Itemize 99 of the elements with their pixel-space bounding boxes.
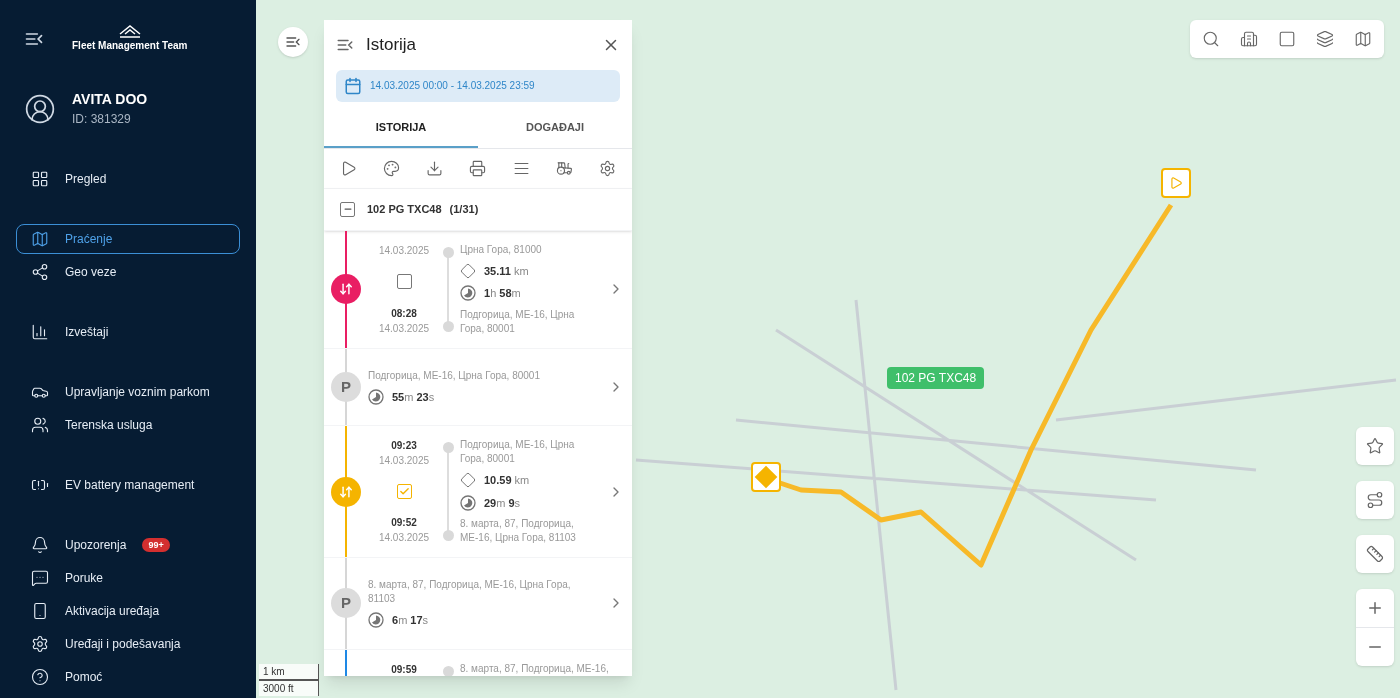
- device-icon: [31, 602, 49, 620]
- count-badge: 99+: [142, 538, 170, 552]
- nav-item[interactable]: EV battery management: [16, 470, 240, 500]
- address-text: Црна Гора, 81000: [460, 242, 543, 257]
- address-text: 8. марта, 87, Подгорица, МЕ-16, Црна Гора, 81103: [368, 578, 572, 606]
- timer-icon: [368, 388, 384, 405]
- trip-row[interactable]: 09:59 8. марта, 87, Подгорица, МЕ-16,: [324, 649, 632, 676]
- distance-text: 10.59 km: [484, 473, 530, 488]
- trip-row[interactable]: 14.03.2025 08:28 14.03.2025 Црна Гора, 81000 35.11 km 1h 58m Подгорица, МЕ-16, Црна Гора, 80001: [324, 230, 632, 349]
- scale-bar: 3000 ft: [259, 680, 319, 696]
- bar-chart-icon: [31, 323, 49, 341]
- duration-text: 55m 23s: [392, 389, 435, 405]
- nav-item[interactable]: Poruke: [16, 563, 240, 593]
- help-icon: [31, 668, 49, 686]
- menu-collapse-icon[interactable]: [285, 34, 301, 50]
- printer-icon[interactable]: [469, 159, 487, 177]
- parking-badge: P: [331, 371, 361, 402]
- nav-item[interactable]: Izveštaji: [16, 317, 240, 347]
- start-time: 09:59: [391, 662, 417, 676]
- arrows-icon: [339, 484, 353, 499]
- trip-row[interactable]: 09:23 14.03.2025 09:52 14.03.2025 Подгорица, МЕ-16, Црна Гора, 80001 10.59 km 29m 9s 8. марта, 87, Подгорица, МЕ-16, Црна Гора, 81103: [324, 426, 632, 558]
- start-date: 14.03.2025: [378, 243, 430, 258]
- tractor-icon[interactable]: [555, 159, 573, 177]
- brand-name: Fleet Management Team: [72, 39, 188, 53]
- map-tool-button[interactable]: [1356, 481, 1394, 519]
- map-tool-button[interactable]: [1356, 427, 1394, 465]
- timer-icon: [460, 494, 476, 511]
- play-icon: [1169, 176, 1183, 190]
- nav-item[interactable]: Praćenje: [16, 224, 240, 254]
- nav-item[interactable]: Terenska usluga: [16, 410, 240, 440]
- settings-icon[interactable]: [598, 159, 616, 177]
- panel-toggle-button[interactable]: [278, 27, 308, 57]
- timer-icon: [460, 285, 476, 302]
- address-text: 8. марта, 87, Подгорица, МЕ-16, Црна Гора, 81103: [460, 517, 577, 545]
- parking-row[interactable]: P 8. марта, 87, Подгорица, МЕ-16, Црна Гора, 81103 6m 17s: [324, 558, 632, 650]
- panel-title: Istorija: [366, 34, 418, 56]
- duration-text: 6m 17s: [392, 613, 429, 628]
- map-icon: [31, 230, 49, 248]
- building-icon[interactable]: [1240, 30, 1258, 48]
- duration-text: 1h 58m: [484, 286, 521, 301]
- scale-bar: 1 km: [259, 664, 319, 680]
- nav-item[interactable]: Aktivacija uređaja: [16, 596, 240, 626]
- tab[interactable]: DOGAĐAJI: [478, 109, 632, 148]
- address-text: Подгорица, МЕ-16, Црна Гора, 80001: [460, 307, 576, 336]
- square-icon[interactable]: [1278, 30, 1296, 48]
- collapse-toggle[interactable]: [340, 201, 355, 217]
- logo-icon: [117, 24, 142, 38]
- distance-text: 35.11 km: [484, 263, 529, 279]
- settings-icon: [31, 635, 49, 653]
- tab[interactable]: ISTORIJA: [324, 109, 478, 148]
- zoom-in-icon[interactable]: [1366, 599, 1384, 617]
- nav-item[interactable]: Pomoć: [16, 662, 240, 692]
- start-marker[interactable]: [751, 462, 781, 492]
- route-icon: [1366, 491, 1384, 509]
- diamond-sign-icon: [460, 262, 476, 279]
- vehicle-count: (1/31): [449, 201, 479, 217]
- arrows-icon: [339, 282, 353, 296]
- start-time: 09:23: [391, 439, 417, 453]
- chat-bubble-icon: [31, 569, 49, 587]
- parking-row[interactable]: P Подгорица, МЕ-16, Црна Гора, 80001 55m 23s: [324, 348, 632, 426]
- nav-item[interactable]: Pregled: [16, 164, 240, 194]
- checkbox[interactable]: [396, 484, 412, 499]
- start-date: 14.03.2025: [378, 454, 430, 468]
- bell-icon: [31, 536, 49, 554]
- layers-icon[interactable]: [1316, 30, 1334, 48]
- map-icon[interactable]: [1354, 30, 1372, 48]
- end-date: 14.03.2025: [378, 321, 430, 336]
- palette-icon[interactable]: [383, 159, 401, 177]
- calendar-icon: [344, 76, 362, 95]
- star-icon: [1366, 437, 1384, 455]
- account-name: AVITA DOO: [72, 90, 148, 109]
- address-text: Подгорица, МЕ-16, Црна Гора, 80001: [460, 438, 576, 466]
- people-icon: [31, 416, 49, 434]
- map-tool-button[interactable]: [1356, 535, 1394, 573]
- share-nodes-icon: [31, 263, 49, 281]
- dashboard-grid-icon: [31, 170, 49, 188]
- nav-item[interactable]: Uređaji i podešavanja: [16, 629, 240, 659]
- end-date: 14.03.2025: [378, 531, 430, 545]
- check-icon: [398, 486, 410, 497]
- nav-item[interactable]: Geo veze: [16, 257, 240, 287]
- play-icon[interactable]: [340, 159, 357, 177]
- ruler-icon: [1366, 545, 1384, 563]
- parking-badge: P: [331, 588, 361, 619]
- diamond-sign-icon: [460, 472, 476, 489]
- address-text: 8. марта, 87, Подгорица, МЕ-16,: [460, 661, 610, 676]
- nav-item[interactable]: Upozorenja 99+: [16, 530, 240, 560]
- end-time: 08:28: [391, 306, 417, 321]
- end-marker[interactable]: [1161, 168, 1191, 198]
- duration-text: 29m 9s: [484, 495, 521, 511]
- checkbox[interactable]: [396, 274, 412, 289]
- timer-icon: [368, 612, 384, 629]
- download-icon[interactable]: [426, 159, 444, 177]
- address-text: Подгорица, МЕ-16, Црна Гора, 80001: [368, 368, 541, 383]
- search-icon[interactable]: [1202, 30, 1220, 48]
- user-avatar-icon: [24, 92, 56, 125]
- vehicle-name: 102 PG TXC48: [367, 201, 442, 217]
- account-id: ID: 381329: [72, 111, 132, 128]
- end-time: 09:52: [391, 516, 417, 530]
- nav-item[interactable]: Upravljanje voznim parkom: [16, 377, 240, 407]
